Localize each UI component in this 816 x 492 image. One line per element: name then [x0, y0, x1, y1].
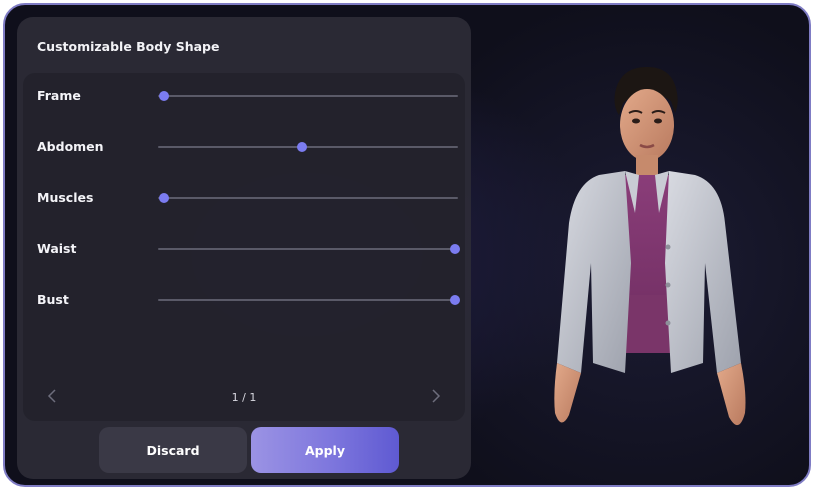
sliders-card: Frame Abdomen Muscles Waist Bust 1 / 1	[23, 73, 465, 421]
slider-label-muscles: Muscles	[37, 190, 94, 205]
slider-row-frame: Frame	[23, 83, 465, 109]
slider-label-waist: Waist	[37, 241, 77, 256]
slider-thumb-bust[interactable]	[450, 295, 460, 305]
slider-thumb-waist[interactable]	[450, 244, 460, 254]
slider-track-bust[interactable]	[158, 295, 460, 305]
apply-button[interactable]: Apply	[251, 427, 399, 473]
avatar-customizer-window: Customizable Body Shape Frame Abdomen Mu…	[3, 3, 811, 487]
avatar-preview	[554, 67, 746, 426]
slider-label-bust: Bust	[37, 292, 69, 307]
slider-row-muscles: Muscles	[23, 185, 465, 211]
slider-thumb-muscles[interactable]	[159, 193, 169, 203]
slider-track-waist[interactable]	[158, 244, 460, 254]
discard-button[interactable]: Discard	[99, 427, 247, 473]
panel-title: Customizable Body Shape	[37, 39, 220, 54]
slider-row-bust: Bust	[23, 287, 465, 313]
slider-track-frame[interactable]	[158, 91, 458, 101]
slider-row-abdomen: Abdomen	[23, 134, 465, 160]
slider-thumb-frame[interactable]	[159, 91, 169, 101]
slider-row-waist: Waist	[23, 236, 465, 262]
page-indicator: 1 / 1	[231, 391, 257, 404]
body-shape-panel: Customizable Body Shape Frame Abdomen Mu…	[17, 17, 471, 479]
chevron-right-icon[interactable]	[431, 388, 441, 408]
slider-thumb-abdomen[interactable]	[297, 142, 307, 152]
slider-track-muscles[interactable]	[158, 193, 458, 203]
slider-label-abdomen: Abdomen	[37, 139, 104, 154]
slider-label-frame: Frame	[37, 88, 81, 103]
slider-track-abdomen[interactable]	[158, 142, 458, 152]
